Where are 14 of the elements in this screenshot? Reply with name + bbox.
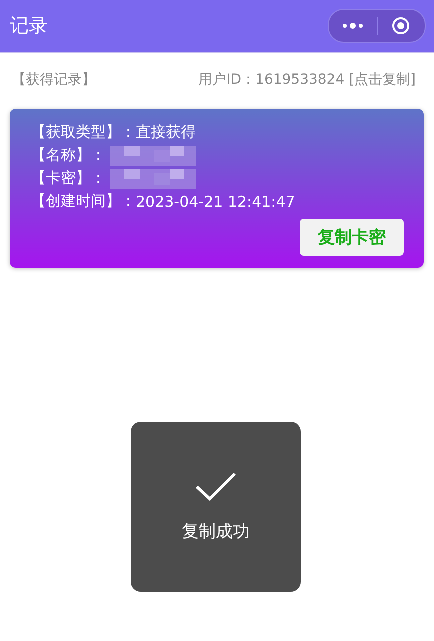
field-label: 【获取类型】： [31,123,136,142]
more-icon[interactable] [342,23,364,29]
toast-message: 复制成功 [182,520,250,542]
field-value: 2023-04-21 12:41:47 [136,192,296,210]
field-label: 【创建时间】： [31,192,136,211]
page-title: 记录 [10,14,48,39]
field-label: 【名称】： [31,146,106,165]
user-id-link[interactable]: 用户ID：1619533824 [点击复制] [198,71,416,89]
checkmark-icon [195,472,237,502]
copy-key-button[interactable]: 复制卡密 [300,219,404,256]
field-value: 直接获得 [136,123,196,142]
close-icon[interactable] [392,17,410,35]
section-label: 【获得记录】 [12,71,96,89]
field-label: 【卡密】： [31,169,106,188]
